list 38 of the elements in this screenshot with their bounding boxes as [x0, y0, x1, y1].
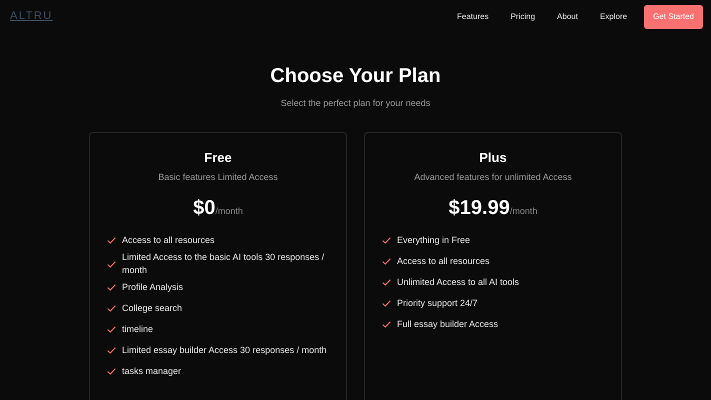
check-icon [382, 279, 391, 286]
page-title: Choose Your Plan [269, 64, 442, 88]
nav-link[interactable]: Explore [600, 10, 628, 22]
check-icon [382, 258, 391, 265]
check-icon [107, 260, 116, 268]
feature-text: Unlimited Access to all AI tools [397, 276, 520, 289]
plan-name: Plus [478, 150, 508, 166]
feature-text: Everything in Free [397, 234, 470, 247]
check-icon [382, 321, 391, 328]
nav-link[interactable]: Features [457, 10, 489, 22]
feature-text: Access to all resources [397, 255, 490, 268]
check-icon [382, 300, 391, 307]
plan-name: Free [203, 150, 233, 166]
nav-link[interactable]: Pricing [510, 10, 536, 22]
feature-text: College search [122, 302, 182, 315]
check-icon [107, 326, 116, 333]
price-period: /month [215, 206, 243, 216]
check-icon [107, 284, 116, 291]
check-icon [382, 237, 391, 244]
feature-text: timeline [122, 323, 154, 336]
plan-description: Advanced features for unlimited Access [413, 170, 573, 184]
feature-text: Full essay builder Access [397, 318, 498, 331]
plan-price: $19.99 [448, 197, 510, 219]
plan-description: Basic features Limited Access [157, 170, 279, 184]
feature-text: Priority support 24/7 [397, 297, 478, 310]
check-icon [107, 237, 116, 244]
feature-text: Profile Analysis [122, 281, 184, 294]
check-icon [107, 368, 116, 375]
feature-text: Access to all resources [122, 234, 215, 247]
feature-text: Limited Access to the basic AI tools 30 responses / month [122, 251, 326, 277]
feature-text: Limited essay builder Access 30 responses / month [122, 344, 327, 357]
nav-link[interactable]: About [557, 10, 578, 22]
plan-price: $0 [193, 197, 216, 219]
check-icon [107, 305, 116, 312]
check-icon [107, 347, 116, 354]
price-period: /month [510, 206, 538, 216]
page-subtitle: Select the perfect plan for your needs [280, 97, 432, 110]
feature-text: tasks manager [122, 365, 182, 378]
